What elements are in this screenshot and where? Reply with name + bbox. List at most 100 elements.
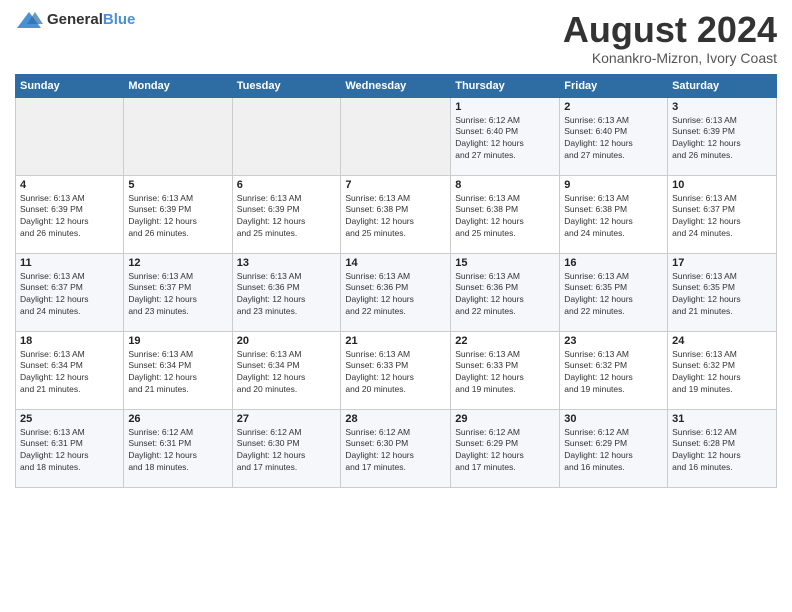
logo-text-general: General bbox=[47, 11, 103, 28]
day-info: Sunrise: 6:13 AM Sunset: 6:38 PM Dayligh… bbox=[564, 193, 663, 241]
day-info: Sunrise: 6:13 AM Sunset: 6:32 PM Dayligh… bbox=[672, 349, 772, 397]
day-info: Sunrise: 6:13 AM Sunset: 6:39 PM Dayligh… bbox=[237, 193, 337, 241]
day-cell: 17 Sunrise: 6:13 AM Sunset: 6:35 PM Dayli… bbox=[668, 253, 777, 331]
day-number: 3 bbox=[672, 101, 772, 113]
day-cell: 2 Sunrise: 6:13 AM Sunset: 6:40 PM Daylig… bbox=[560, 97, 668, 175]
day-info: Sunrise: 6:13 AM Sunset: 6:38 PM Dayligh… bbox=[345, 193, 446, 241]
week-row-1: 1 Sunrise: 6:12 AM Sunset: 6:40 PM Daylig… bbox=[16, 97, 777, 175]
day-cell bbox=[232, 97, 341, 175]
day-number: 6 bbox=[237, 179, 337, 191]
day-cell: 3 Sunrise: 6:13 AM Sunset: 6:39 PM Daylig… bbox=[668, 97, 777, 175]
day-number: 1 bbox=[455, 101, 555, 113]
day-number: 13 bbox=[237, 257, 337, 269]
day-info: Sunrise: 6:13 AM Sunset: 6:37 PM Dayligh… bbox=[672, 193, 772, 241]
logo: GeneralBlue bbox=[15, 10, 135, 30]
day-info: Sunrise: 6:13 AM Sunset: 6:39 PM Dayligh… bbox=[128, 193, 227, 241]
week-row-5: 25 Sunrise: 6:13 AM Sunset: 6:31 PM Dayli… bbox=[16, 409, 777, 487]
day-info: Sunrise: 6:13 AM Sunset: 6:36 PM Dayligh… bbox=[237, 271, 337, 319]
day-number: 11 bbox=[20, 257, 119, 269]
day-number: 18 bbox=[20, 335, 119, 347]
day-cell: 25 Sunrise: 6:13 AM Sunset: 6:31 PM Dayli… bbox=[16, 409, 124, 487]
day-number: 26 bbox=[128, 413, 227, 425]
day-number: 20 bbox=[237, 335, 337, 347]
col-monday: Monday bbox=[124, 74, 232, 97]
day-info: Sunrise: 6:13 AM Sunset: 6:36 PM Dayligh… bbox=[455, 271, 555, 319]
day-info: Sunrise: 6:13 AM Sunset: 6:31 PM Dayligh… bbox=[20, 427, 119, 475]
day-info: Sunrise: 6:12 AM Sunset: 6:30 PM Dayligh… bbox=[237, 427, 337, 475]
day-number: 28 bbox=[345, 413, 446, 425]
day-number: 22 bbox=[455, 335, 555, 347]
day-number: 7 bbox=[345, 179, 446, 191]
day-number: 8 bbox=[455, 179, 555, 191]
day-number: 9 bbox=[564, 179, 663, 191]
header: GeneralBlue August 2024 Konankro-Mizron,… bbox=[15, 10, 777, 66]
day-cell: 12 Sunrise: 6:13 AM Sunset: 6:37 PM Dayli… bbox=[124, 253, 232, 331]
day-number: 30 bbox=[564, 413, 663, 425]
day-number: 23 bbox=[564, 335, 663, 347]
day-number: 24 bbox=[672, 335, 772, 347]
day-cell: 30 Sunrise: 6:12 AM Sunset: 6:29 PM Dayli… bbox=[560, 409, 668, 487]
day-number: 4 bbox=[20, 179, 119, 191]
day-info: Sunrise: 6:13 AM Sunset: 6:40 PM Dayligh… bbox=[564, 115, 663, 163]
week-row-3: 11 Sunrise: 6:13 AM Sunset: 6:37 PM Dayli… bbox=[16, 253, 777, 331]
day-number: 10 bbox=[672, 179, 772, 191]
day-info: Sunrise: 6:13 AM Sunset: 6:39 PM Dayligh… bbox=[672, 115, 772, 163]
day-cell: 20 Sunrise: 6:13 AM Sunset: 6:34 PM Dayli… bbox=[232, 331, 341, 409]
day-cell: 18 Sunrise: 6:13 AM Sunset: 6:34 PM Dayli… bbox=[16, 331, 124, 409]
day-number: 17 bbox=[672, 257, 772, 269]
day-cell: 5Sunrise: 6:13 AM Sunset: 6:39 PM Daylig… bbox=[124, 175, 232, 253]
day-number: 16 bbox=[564, 257, 663, 269]
day-cell: 9 Sunrise: 6:13 AM Sunset: 6:38 PM Daylig… bbox=[560, 175, 668, 253]
day-info: Sunrise: 6:13 AM Sunset: 6:37 PM Dayligh… bbox=[20, 271, 119, 319]
day-cell: 29Sunrise: 6:12 AM Sunset: 6:29 PM Dayli… bbox=[451, 409, 560, 487]
col-friday: Friday bbox=[560, 74, 668, 97]
day-info: Sunrise: 6:13 AM Sunset: 6:38 PM Dayligh… bbox=[455, 193, 555, 241]
day-cell bbox=[16, 97, 124, 175]
day-info: Sunrise: 6:13 AM Sunset: 6:36 PM Dayligh… bbox=[345, 271, 446, 319]
logo-icon bbox=[15, 10, 43, 30]
month-year: August 2024 bbox=[563, 10, 777, 50]
day-number: 2 bbox=[564, 101, 663, 113]
day-info: Sunrise: 6:13 AM Sunset: 6:35 PM Dayligh… bbox=[672, 271, 772, 319]
day-cell: 26 Sunrise: 6:12 AM Sunset: 6:31 PM Dayli… bbox=[124, 409, 232, 487]
col-sunday: Sunday bbox=[16, 74, 124, 97]
day-info: Sunrise: 6:12 AM Sunset: 6:30 PM Dayligh… bbox=[345, 427, 446, 475]
title-area: August 2024 Konankro-Mizron, Ivory Coast bbox=[563, 10, 777, 66]
logo-text-blue: Blue bbox=[103, 11, 136, 28]
day-info: Sunrise: 6:13 AM Sunset: 6:33 PM Dayligh… bbox=[455, 349, 555, 397]
day-number: 21 bbox=[345, 335, 446, 347]
col-wednesday: Wednesday bbox=[341, 74, 451, 97]
day-info: Sunrise: 6:13 AM Sunset: 6:34 PM Dayligh… bbox=[20, 349, 119, 397]
day-cell: 28 Sunrise: 6:12 AM Sunset: 6:30 PM Dayli… bbox=[341, 409, 451, 487]
day-cell bbox=[341, 97, 451, 175]
day-info: Sunrise: 6:13 AM Sunset: 6:34 PM Dayligh… bbox=[237, 349, 337, 397]
day-cell: 22 Sunrise: 6:13 AM Sunset: 6:33 PM Dayli… bbox=[451, 331, 560, 409]
page: GeneralBlue August 2024 Konankro-Mizron,… bbox=[0, 0, 792, 498]
week-row-4: 18 Sunrise: 6:13 AM Sunset: 6:34 PM Dayli… bbox=[16, 331, 777, 409]
day-number: 19 bbox=[128, 335, 227, 347]
day-cell: 16Sunrise: 6:13 AM Sunset: 6:35 PM Dayli… bbox=[560, 253, 668, 331]
day-cell: 23 Sunrise: 6:13 AM Sunset: 6:32 PM Dayli… bbox=[560, 331, 668, 409]
day-info: Sunrise: 6:13 AM Sunset: 6:39 PM Dayligh… bbox=[20, 193, 119, 241]
day-info: Sunrise: 6:13 AM Sunset: 6:37 PM Dayligh… bbox=[128, 271, 227, 319]
day-cell: 27Sunrise: 6:12 AM Sunset: 6:30 PM Dayli… bbox=[232, 409, 341, 487]
day-info: Sunrise: 6:12 AM Sunset: 6:29 PM Dayligh… bbox=[455, 427, 555, 475]
day-cell: 4 Sunrise: 6:13 AM Sunset: 6:39 PM Daylig… bbox=[16, 175, 124, 253]
day-info: Sunrise: 6:13 AM Sunset: 6:32 PM Dayligh… bbox=[564, 349, 663, 397]
day-number: 12 bbox=[128, 257, 227, 269]
day-number: 25 bbox=[20, 413, 119, 425]
day-info: Sunrise: 6:12 AM Sunset: 6:29 PM Dayligh… bbox=[564, 427, 663, 475]
day-cell: 19Sunrise: 6:13 AM Sunset: 6:34 PM Dayli… bbox=[124, 331, 232, 409]
col-thursday: Thursday bbox=[451, 74, 560, 97]
col-saturday: Saturday bbox=[668, 74, 777, 97]
day-info: Sunrise: 6:12 AM Sunset: 6:40 PM Dayligh… bbox=[455, 115, 555, 163]
day-cell: 8 Sunrise: 6:13 AM Sunset: 6:38 PM Daylig… bbox=[451, 175, 560, 253]
day-cell: 21Sunrise: 6:13 AM Sunset: 6:33 PM Dayli… bbox=[341, 331, 451, 409]
day-cell bbox=[124, 97, 232, 175]
day-info: Sunrise: 6:12 AM Sunset: 6:31 PM Dayligh… bbox=[128, 427, 227, 475]
day-info: Sunrise: 6:12 AM Sunset: 6:28 PM Dayligh… bbox=[672, 427, 772, 475]
day-cell: 6 Sunrise: 6:13 AM Sunset: 6:39 PM Daylig… bbox=[232, 175, 341, 253]
week-row-2: 4 Sunrise: 6:13 AM Sunset: 6:39 PM Daylig… bbox=[16, 175, 777, 253]
location: Konankro-Mizron, Ivory Coast bbox=[563, 50, 777, 66]
day-number: 15 bbox=[455, 257, 555, 269]
